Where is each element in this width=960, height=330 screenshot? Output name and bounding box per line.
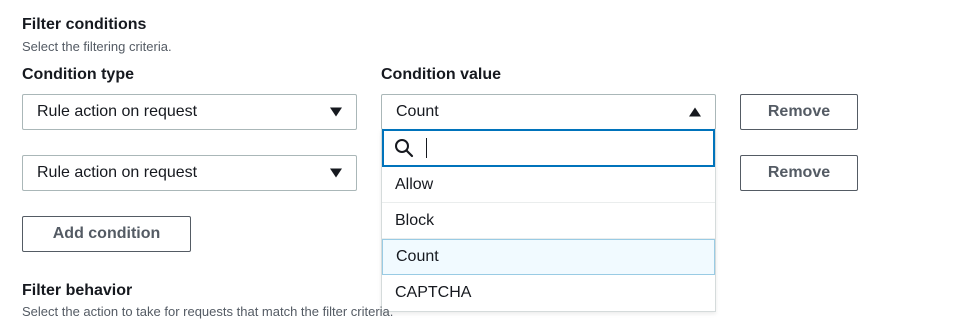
dropdown-option-captcha[interactable]: CAPTCHA (382, 275, 715, 311)
dropdown-option-allow[interactable]: Allow (382, 167, 715, 203)
condition-type-select-1[interactable]: Rule action on request (22, 94, 357, 130)
add-condition-button[interactable]: Add condition (22, 216, 191, 252)
condition-type-value-1: Rule action on request (37, 103, 198, 120)
condition-value-dropdown: Allow Block Count CAPTCHA (381, 129, 716, 312)
filter-conditions-title: Filter conditions (22, 16, 147, 33)
condition-value-label: Condition value (381, 66, 501, 83)
text-cursor (426, 138, 427, 158)
caret-down-icon (330, 168, 342, 178)
caret-down-icon (330, 107, 342, 117)
remove-button-2[interactable]: Remove (740, 155, 858, 191)
filter-behavior-title: Filter behavior (22, 282, 133, 299)
dropdown-option-count[interactable]: Count (382, 239, 715, 275)
condition-value-select-1[interactable]: Count (381, 94, 716, 130)
filter-conditions-panel: Filter conditions Select the filtering c… (0, 0, 960, 330)
dropdown-search-input[interactable] (382, 129, 715, 167)
filter-behavior-description: Select the action to take for requests t… (22, 304, 394, 319)
filter-conditions-description: Select the filtering criteria. (22, 39, 172, 54)
condition-type-value-2: Rule action on request (37, 164, 198, 181)
condition-type-select-2[interactable]: Rule action on request (22, 155, 357, 191)
search-icon (395, 139, 414, 158)
caret-up-icon (689, 107, 701, 117)
condition-type-label: Condition type (22, 66, 134, 83)
dropdown-option-block[interactable]: Block (382, 203, 715, 239)
remove-button-1[interactable]: Remove (740, 94, 858, 130)
condition-value-value-1: Count (396, 103, 439, 120)
